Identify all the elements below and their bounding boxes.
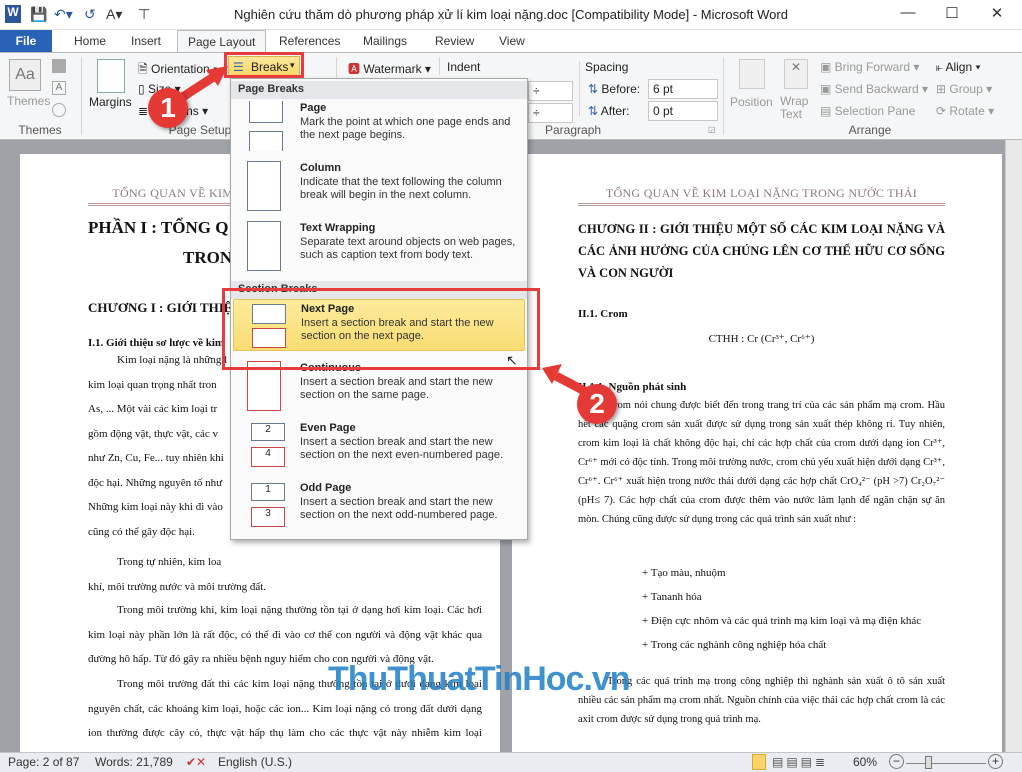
zoom-in-button[interactable]: + — [988, 754, 1003, 769]
language[interactable]: English (U.S.) — [218, 755, 292, 769]
zoom-out-button[interactable]: − — [889, 754, 904, 769]
zoom-level[interactable]: 60% — [853, 755, 877, 769]
zoom-slider-thumb[interactable] — [925, 756, 933, 769]
proofing-icon[interactable]: ✔✕ — [186, 755, 206, 769]
print-layout-view-icon[interactable] — [752, 754, 766, 770]
page-count[interactable]: Page: 2 of 87 — [8, 755, 79, 769]
zoom-slider-track[interactable] — [906, 763, 986, 764]
step-1-badge: 1 — [148, 88, 188, 128]
status-bar: Page: 2 of 87 Words: 21,789 ✔✕ English (… — [0, 752, 1022, 772]
step-2-badge: 2 — [577, 384, 617, 424]
view-mode-icons[interactable]: ▤▤▤≣ — [772, 755, 828, 769]
mouse-cursor-icon: ↖ — [506, 352, 518, 368]
word-count[interactable]: Words: 21,789 — [95, 755, 173, 769]
